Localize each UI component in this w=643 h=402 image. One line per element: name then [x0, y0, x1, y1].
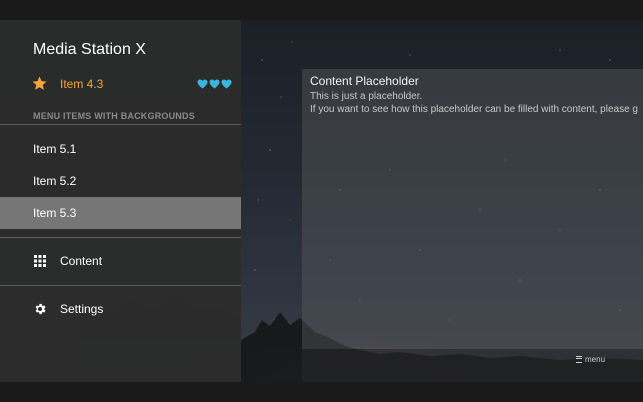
menu-item-label: Item 5.1	[33, 142, 77, 156]
grid-icon	[34, 255, 46, 267]
menu-item-label: Item 5.2	[33, 174, 77, 188]
star-icon	[32, 76, 47, 90]
menu-hint-label: menu	[585, 355, 606, 364]
featured-item[interactable]: Item 4.3	[0, 72, 241, 100]
content-panel: Content Placeholder This is just a place…	[302, 69, 643, 349]
heart-icon	[197, 79, 208, 89]
menu-item-label: Item 5.3	[33, 206, 77, 220]
app-title: Media Station X	[33, 41, 146, 58]
divider	[0, 124, 241, 125]
heart-icon	[221, 79, 232, 89]
hearts-rating	[197, 79, 232, 89]
top-letterbox	[0, 0, 643, 20]
menu-icon	[576, 356, 582, 363]
menu-item-5-1[interactable]: Item 5.1	[0, 133, 241, 165]
content-text-line-2: If you want to see how this placeholder …	[310, 104, 638, 115]
menu-item-5-2[interactable]: Item 5.2	[0, 165, 241, 197]
section-header: MENU ITEMS WITH BACKGROUNDS	[33, 111, 195, 121]
app-screen: Content Placeholder This is just a place…	[0, 20, 643, 382]
content-title: Content Placeholder	[310, 74, 419, 88]
menu-hint[interactable]: menu	[576, 355, 605, 364]
gear-icon	[35, 303, 46, 315]
featured-item-label: Item 4.3	[60, 77, 104, 91]
sidebar: Media Station X Item 4.3 MENU ITEMS WITH…	[0, 20, 241, 382]
bottom-letterbox	[0, 382, 643, 402]
nav-content-label: Content	[60, 254, 103, 268]
nav-settings-label: Settings	[60, 302, 104, 316]
footer-strip	[302, 349, 643, 382]
divider	[0, 285, 241, 286]
menu-item-5-3[interactable]: Item 5.3	[0, 197, 241, 229]
content-text-line-1: This is just a placeholder.	[310, 91, 423, 102]
heart-icon	[209, 79, 220, 89]
nav-item-content[interactable]: Content	[0, 244, 241, 278]
divider	[0, 237, 241, 238]
nav-item-settings[interactable]: Settings	[0, 292, 241, 326]
